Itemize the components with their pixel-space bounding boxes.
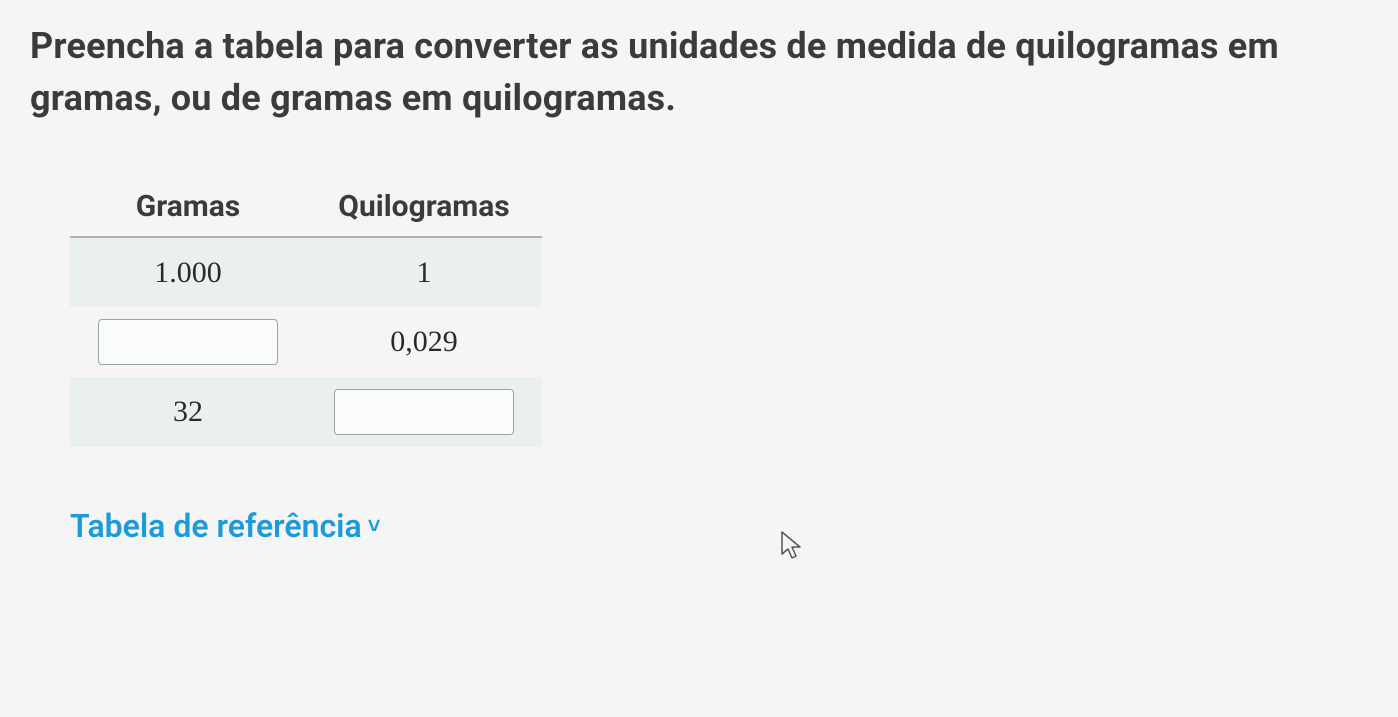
header-quilogramas: Quilogramas bbox=[306, 179, 542, 237]
cell-gramas-1: 1.000 bbox=[70, 237, 306, 307]
reference-table-toggle[interactable]: Tabela de referência ˅ bbox=[70, 507, 381, 545]
instruction-text: Preencha a tabela para converter as unid… bbox=[30, 20, 1368, 124]
chevron-down-icon: ˅ bbox=[368, 513, 381, 539]
conversion-table: Gramas Quilogramas 1.000 1 0,029 32 bbox=[70, 179, 542, 447]
cell-gramas-2 bbox=[70, 307, 306, 377]
table-row: 0,029 bbox=[70, 307, 542, 377]
quilogramas-input[interactable] bbox=[334, 389, 514, 435]
cell-value: 32 bbox=[173, 395, 203, 428]
cell-value: 1 bbox=[417, 256, 432, 289]
cell-value: 1.000 bbox=[154, 256, 222, 289]
conversion-table-wrap: Gramas Quilogramas 1.000 1 0,029 32 bbox=[70, 179, 1368, 447]
table-row: 32 bbox=[70, 377, 542, 447]
cell-quilogramas-3 bbox=[306, 377, 542, 447]
cell-gramas-3: 32 bbox=[70, 377, 306, 447]
header-gramas: Gramas bbox=[70, 179, 306, 237]
cell-value: 0,029 bbox=[390, 325, 458, 358]
gramas-input[interactable] bbox=[98, 319, 278, 365]
table-row: 1.000 1 bbox=[70, 237, 542, 307]
cell-quilogramas-2: 0,029 bbox=[306, 307, 542, 377]
cursor-icon bbox=[780, 530, 804, 562]
reference-label: Tabela de referência bbox=[70, 507, 362, 545]
cell-quilogramas-1: 1 bbox=[306, 237, 542, 307]
